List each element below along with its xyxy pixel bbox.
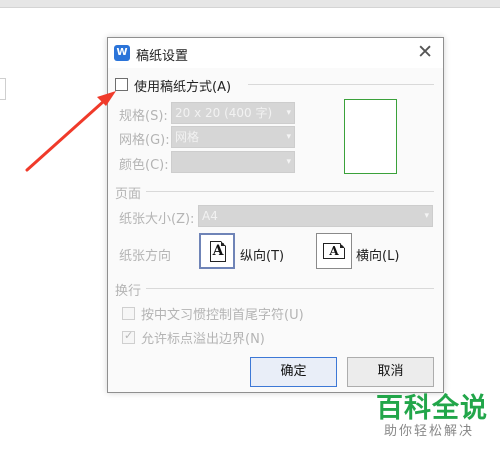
annotation-arrow xyxy=(25,91,116,172)
watermark-subtitle: 助你轻松解决 xyxy=(384,424,475,439)
arrow-shaft xyxy=(25,99,106,172)
